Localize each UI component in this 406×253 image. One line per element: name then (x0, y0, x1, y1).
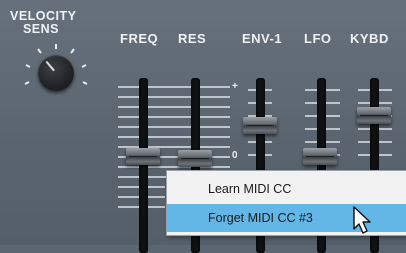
kybd-label: KYBD (350, 31, 389, 46)
kybd-slider-handle[interactable] (357, 107, 391, 124)
lfo-slider-handle[interactable] (303, 148, 337, 165)
mouse-pointer-icon (353, 206, 371, 234)
freq-label: FREQ (120, 31, 159, 46)
scale-zero-label: 0 (232, 150, 238, 161)
lfo-label: LFO (304, 31, 332, 46)
velocity-sens-label: VELOCITY SENS (10, 9, 77, 36)
res-slider-handle[interactable] (178, 150, 212, 167)
menu-item-learn-midi-cc[interactable]: Learn MIDI CC (167, 175, 406, 203)
res-label: RES (178, 31, 207, 46)
scale-plus-label: + (232, 81, 238, 92)
env1-slider-handle[interactable] (243, 117, 277, 134)
synth-panel: VELOCITY SENS FREQ RES ENV-1 LFO KYBD + … (0, 0, 406, 253)
env1-label: ENV-1 (242, 31, 283, 46)
freq-slider-track (139, 78, 148, 253)
velocity-sens-knob[interactable] (38, 55, 74, 91)
freq-slider-handle[interactable] (126, 148, 160, 165)
